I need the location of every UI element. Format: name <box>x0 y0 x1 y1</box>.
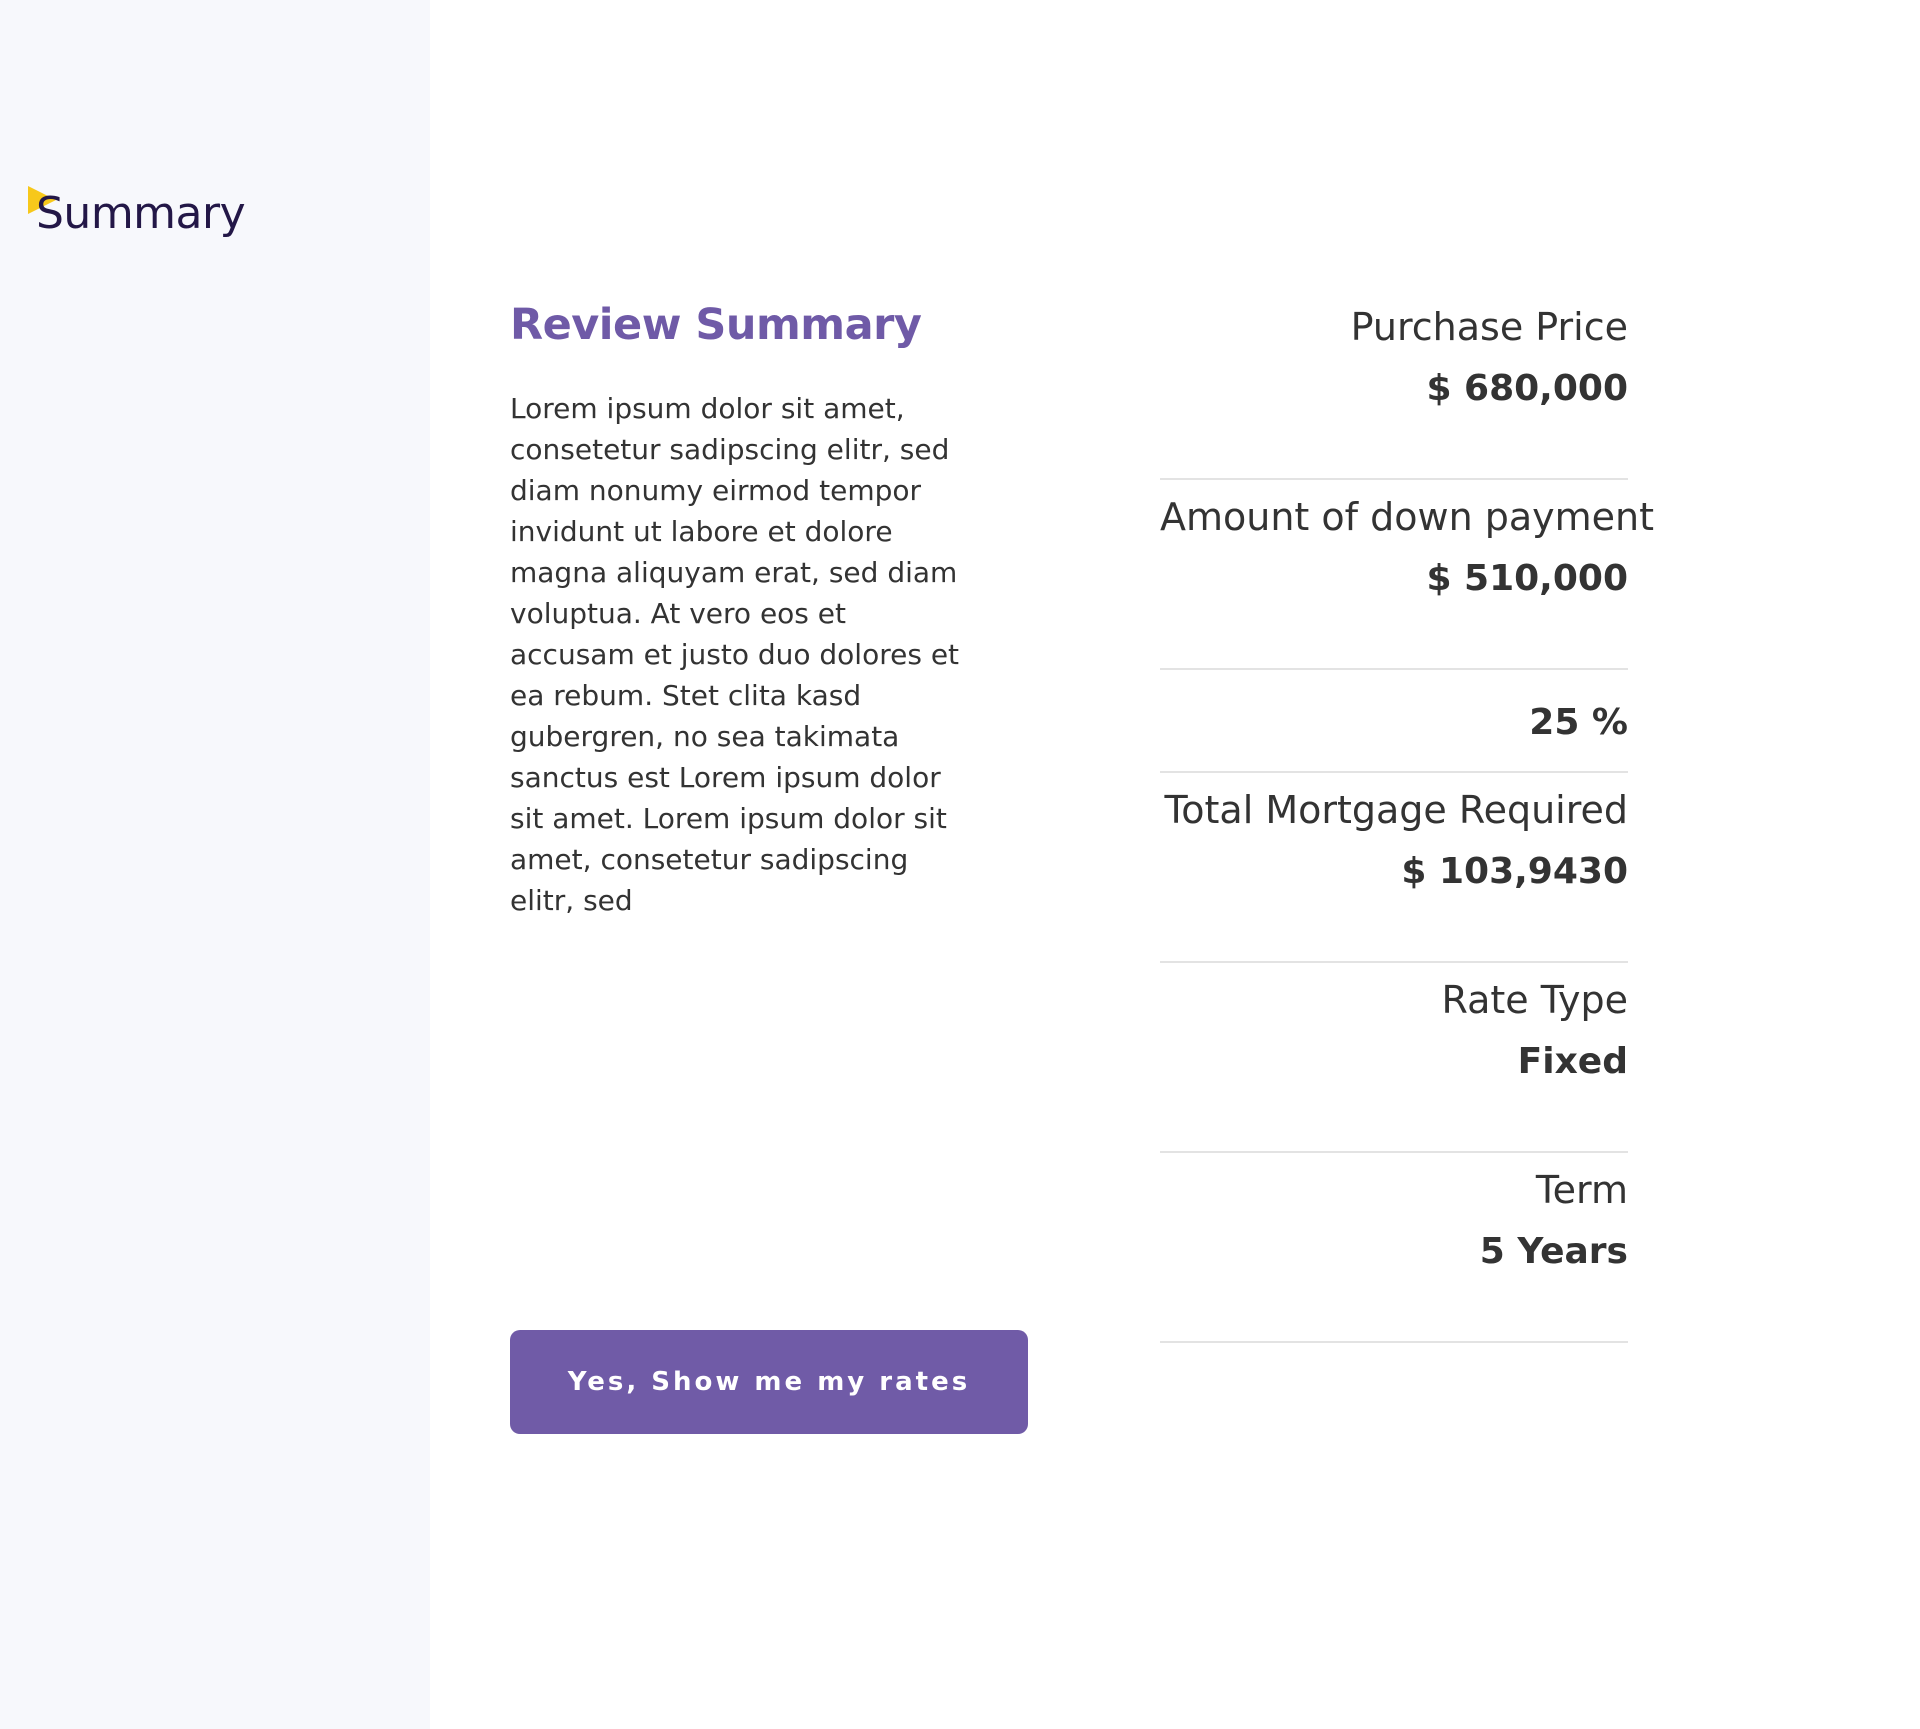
page: Summary Review Summary Lorem ipsum dolor… <box>0 0 1920 1729</box>
down-payment-percent-value: 25 % <box>1529 702 1628 743</box>
sidebar-title: Summary <box>36 188 246 239</box>
summary-list: Purchase Price $ 680,000 Amount of down … <box>1160 290 1654 1343</box>
summary-item-rate-type: Rate Type Fixed <box>1160 963 1628 1153</box>
summary-item-mortgage: Total Mortgage Required $ 103,9430 <box>1160 773 1628 963</box>
summary-item-down-payment-percent: 25 % <box>1160 670 1628 773</box>
review-section: Review Summary Lorem ipsum dolor sit ame… <box>510 300 1030 921</box>
mortgage-label: Total Mortgage Required <box>1164 788 1629 832</box>
term-value: 5 Years <box>1479 1231 1628 1272</box>
purchase-price-value: $ 680,000 <box>1426 368 1628 409</box>
summary-item-purchase-price: Purchase Price $ 680,000 <box>1160 290 1628 480</box>
rate-type-label: Rate Type <box>1441 978 1629 1022</box>
down-payment-value: $ 510,000 <box>1426 558 1628 599</box>
mortgage-value: $ 103,9430 <box>1401 851 1628 892</box>
review-description: Lorem ipsum dolor sit amet, consetetur s… <box>510 392 960 917</box>
page-title: Review Summary <box>510 300 922 350</box>
term-label: Term <box>1535 1168 1628 1212</box>
purchase-price-label: Purchase Price <box>1350 305 1628 349</box>
rate-type-value: Fixed <box>1517 1041 1628 1082</box>
down-payment-label: Amount of down payment <box>1160 495 1654 539</box>
summary-item-down-payment: Amount of down payment $ 510,000 <box>1160 480 1654 670</box>
summary-item-term: Term 5 Years <box>1160 1153 1628 1343</box>
sidebar: Summary <box>0 0 430 1729</box>
show-rates-button[interactable]: Yes, Show me my rates <box>510 1330 1028 1434</box>
